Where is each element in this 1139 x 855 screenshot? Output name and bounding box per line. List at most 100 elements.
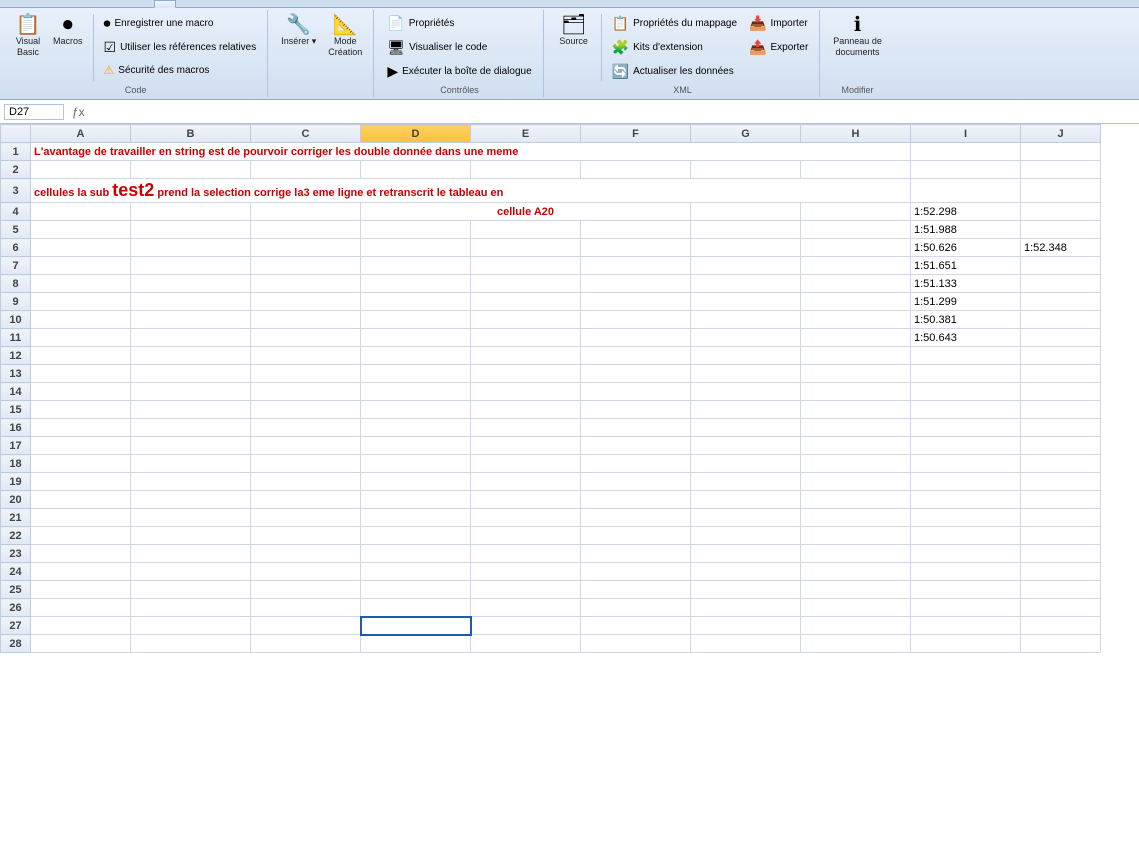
- cell-E21[interactable]: [471, 509, 581, 527]
- cell-F23[interactable]: [581, 545, 691, 563]
- row-header-3[interactable]: 3: [1, 179, 31, 203]
- cell-C16[interactable]: [251, 419, 361, 437]
- cell-H21[interactable]: [801, 509, 911, 527]
- cell-C9[interactable]: [251, 293, 361, 311]
- row-header-16[interactable]: 16: [1, 419, 31, 437]
- cell-I5[interactable]: 1:51.988: [911, 221, 1021, 239]
- cell-D19[interactable]: [361, 473, 471, 491]
- row-header-5[interactable]: 5: [1, 221, 31, 239]
- cell-A7[interactable]: [31, 257, 131, 275]
- row-header-23[interactable]: 23: [1, 545, 31, 563]
- cell-C22[interactable]: [251, 527, 361, 545]
- cell-I26[interactable]: [911, 599, 1021, 617]
- cell-C12[interactable]: [251, 347, 361, 365]
- cell-I18[interactable]: [911, 455, 1021, 473]
- cell-H15[interactable]: [801, 401, 911, 419]
- cell-D24[interactable]: [361, 563, 471, 581]
- cell-H16[interactable]: [801, 419, 911, 437]
- cell-E7[interactable]: [471, 257, 581, 275]
- cell-I13[interactable]: [911, 365, 1021, 383]
- cell-J17[interactable]: [1021, 437, 1101, 455]
- cell-J14[interactable]: [1021, 383, 1101, 401]
- cell-D11[interactable]: [361, 329, 471, 347]
- cell-F5[interactable]: [581, 221, 691, 239]
- cell-I1[interactable]: [911, 143, 1021, 161]
- cell-D25[interactable]: [361, 581, 471, 599]
- cell-H8[interactable]: [801, 275, 911, 293]
- cell-I20[interactable]: [911, 491, 1021, 509]
- cell-H12[interactable]: [801, 347, 911, 365]
- row-header-22[interactable]: 22: [1, 527, 31, 545]
- cell-C28[interactable]: [251, 635, 361, 653]
- cell-C6[interactable]: [251, 239, 361, 257]
- cell-C17[interactable]: [251, 437, 361, 455]
- exporter-button[interactable]: 📤 Exporter: [744, 36, 813, 59]
- cell-E18[interactable]: [471, 455, 581, 473]
- cell-G16[interactable]: [691, 419, 801, 437]
- cell-E5[interactable]: [471, 221, 581, 239]
- tab-mise-en-page[interactable]: [44, 0, 66, 7]
- col-header-E[interactable]: E: [471, 125, 581, 143]
- cell-H7[interactable]: [801, 257, 911, 275]
- cell-F27[interactable]: [581, 617, 691, 635]
- cell-C13[interactable]: [251, 365, 361, 383]
- cell-A10[interactable]: [31, 311, 131, 329]
- row-header-12[interactable]: 12: [1, 347, 31, 365]
- cell-F7[interactable]: [581, 257, 691, 275]
- cell-B11[interactable]: [131, 329, 251, 347]
- cell-G18[interactable]: [691, 455, 801, 473]
- cell-E24[interactable]: [471, 563, 581, 581]
- cell-F19[interactable]: [581, 473, 691, 491]
- importer-button[interactable]: 📥 Importer: [744, 12, 813, 35]
- cell-B26[interactable]: [131, 599, 251, 617]
- cell-G10[interactable]: [691, 311, 801, 329]
- cell-F8[interactable]: [581, 275, 691, 293]
- cell-J25[interactable]: [1021, 581, 1101, 599]
- cell-I6[interactable]: 1:50.626: [911, 239, 1021, 257]
- cell-B9[interactable]: [131, 293, 251, 311]
- cell-I17[interactable]: [911, 437, 1021, 455]
- cell-J1[interactable]: [1021, 143, 1101, 161]
- cell-I9[interactable]: 1:51.299: [911, 293, 1021, 311]
- cell-F26[interactable]: [581, 599, 691, 617]
- cell-G22[interactable]: [691, 527, 801, 545]
- row-header-18[interactable]: 18: [1, 455, 31, 473]
- col-header-F[interactable]: F: [581, 125, 691, 143]
- cell-H28[interactable]: [801, 635, 911, 653]
- cell-I8[interactable]: 1:51.133: [911, 275, 1021, 293]
- cell-B2[interactable]: [131, 161, 251, 179]
- cell-A28[interactable]: [31, 635, 131, 653]
- cell-F28[interactable]: [581, 635, 691, 653]
- cell-E9[interactable]: [471, 293, 581, 311]
- panneau-documents-button[interactable]: ℹ Panneau dedocuments: [828, 12, 887, 61]
- cell-F9[interactable]: [581, 293, 691, 311]
- cell-J19[interactable]: [1021, 473, 1101, 491]
- cell-B7[interactable]: [131, 257, 251, 275]
- cell-B20[interactable]: [131, 491, 251, 509]
- cell-B12[interactable]: [131, 347, 251, 365]
- cell-I24[interactable]: [911, 563, 1021, 581]
- row-header-1[interactable]: 1: [1, 143, 31, 161]
- cell-G13[interactable]: [691, 365, 801, 383]
- cell-A14[interactable]: [31, 383, 131, 401]
- cell-I27[interactable]: [911, 617, 1021, 635]
- cell-J2[interactable]: [1021, 161, 1101, 179]
- cell-I11[interactable]: 1:50.643: [911, 329, 1021, 347]
- cell-J20[interactable]: [1021, 491, 1101, 509]
- row-header-20[interactable]: 20: [1, 491, 31, 509]
- cell-A6[interactable]: [31, 239, 131, 257]
- cell-B19[interactable]: [131, 473, 251, 491]
- cell-B6[interactable]: [131, 239, 251, 257]
- cell-F13[interactable]: [581, 365, 691, 383]
- cell-F17[interactable]: [581, 437, 691, 455]
- cell-J28[interactable]: [1021, 635, 1101, 653]
- cell-A20[interactable]: [31, 491, 131, 509]
- cell-J3[interactable]: [1021, 179, 1101, 203]
- cell-B21[interactable]: [131, 509, 251, 527]
- cell-A27[interactable]: [31, 617, 131, 635]
- cell-A22[interactable]: [31, 527, 131, 545]
- cell-J21[interactable]: [1021, 509, 1101, 527]
- cell-G8[interactable]: [691, 275, 801, 293]
- tab-affichage[interactable]: [132, 0, 154, 7]
- cell-E15[interactable]: [471, 401, 581, 419]
